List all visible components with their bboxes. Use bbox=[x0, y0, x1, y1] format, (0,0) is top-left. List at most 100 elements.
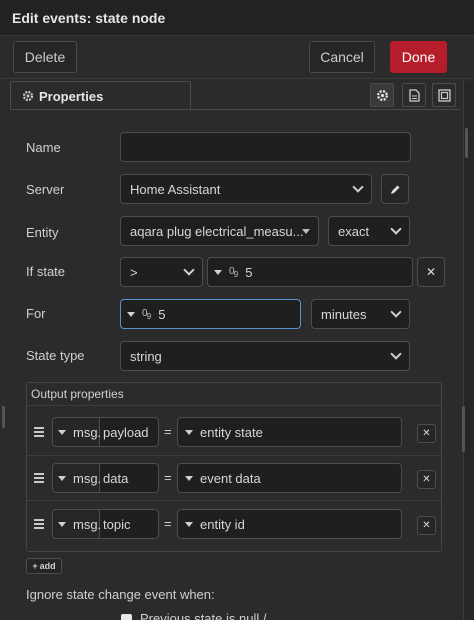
equals-sign: = bbox=[164, 516, 172, 531]
ifstate-label: If state bbox=[26, 264, 66, 279]
ifstate-value: 5 bbox=[245, 264, 253, 280]
tab-appearance[interactable] bbox=[432, 83, 456, 107]
ignore-option-label: Previous state is null / ... bbox=[140, 611, 281, 620]
divider bbox=[27, 455, 441, 456]
output-value: entity id bbox=[200, 516, 245, 532]
toolbar-divider bbox=[0, 78, 474, 79]
entity-value: aqara plug electrical_measu... bbox=[130, 223, 304, 239]
statetype-select[interactable]: string bbox=[120, 341, 410, 371]
statetype-value: string bbox=[130, 348, 162, 364]
scroll-indicator[interactable] bbox=[465, 128, 468, 158]
add-output-button[interactable]: + add bbox=[26, 558, 62, 574]
for-unit-select[interactable]: minutes bbox=[311, 299, 410, 329]
msg-type-select[interactable]: msg. bbox=[52, 509, 102, 539]
ifstate-operator-value: > bbox=[130, 264, 138, 280]
for-value-input[interactable]: 09 5 bbox=[120, 299, 301, 329]
msg-prefix: msg. bbox=[73, 424, 102, 440]
divider bbox=[27, 405, 441, 406]
divider bbox=[27, 500, 441, 501]
msg-property-input[interactable]: payload bbox=[100, 417, 159, 447]
output-properties-title: Output properties bbox=[31, 387, 124, 401]
chevron-down-icon bbox=[390, 223, 402, 235]
server-select[interactable]: Home Assistant bbox=[120, 174, 372, 204]
for-label: For bbox=[26, 306, 46, 321]
equals-sign: = bbox=[164, 470, 172, 485]
caret-down-icon bbox=[302, 229, 310, 234]
statetype-label: State type bbox=[26, 348, 85, 363]
add-label: add bbox=[39, 561, 56, 571]
delete-button[interactable]: Delete bbox=[13, 41, 77, 73]
remove-row-button[interactable]: ✕ bbox=[417, 516, 436, 535]
entity-match-value: exact bbox=[338, 223, 370, 239]
tab-description[interactable] bbox=[402, 83, 426, 107]
drag-handle-icon[interactable] bbox=[34, 473, 44, 485]
type-dropdown-icon bbox=[185, 429, 193, 435]
output-value-select[interactable]: entity state bbox=[177, 417, 402, 447]
layout-icon bbox=[437, 88, 451, 102]
tab-settings[interactable] bbox=[370, 83, 394, 107]
clear-ifstate-button[interactable]: ✕ bbox=[417, 257, 445, 287]
type-dropdown-icon bbox=[58, 521, 66, 527]
type-dropdown-icon bbox=[185, 475, 193, 481]
edit-server-button[interactable] bbox=[381, 174, 409, 204]
msg-type-select[interactable]: msg. bbox=[52, 417, 102, 447]
dialog-title: Edit events: state node bbox=[12, 10, 166, 26]
for-unit-value: minutes bbox=[321, 306, 367, 322]
output-value-select[interactable]: entity id bbox=[177, 509, 402, 539]
type-dropdown-icon bbox=[185, 521, 193, 527]
server-label: Server bbox=[26, 182, 65, 197]
name-label: Name bbox=[26, 140, 61, 155]
msg-property-input[interactable]: data bbox=[100, 463, 159, 493]
side-panel-edge bbox=[463, 81, 474, 620]
remove-row-button[interactable]: ✕ bbox=[417, 424, 436, 443]
document-icon bbox=[408, 88, 420, 102]
msg-prefix: msg. bbox=[73, 516, 102, 532]
for-value: 5 bbox=[158, 306, 166, 322]
remove-row-button[interactable]: ✕ bbox=[417, 470, 436, 489]
chevron-down-icon bbox=[183, 264, 195, 276]
pencil-icon bbox=[390, 185, 399, 194]
ifstate-value-input[interactable]: 09 5 bbox=[207, 257, 413, 287]
output-value: entity state bbox=[200, 424, 263, 440]
msg-prefix: msg. bbox=[73, 470, 102, 486]
entity-input[interactable]: aqara plug electrical_measu... bbox=[120, 216, 319, 246]
type-dropdown-icon[interactable] bbox=[127, 311, 135, 317]
drag-handle-icon[interactable] bbox=[34, 519, 44, 531]
close-icon: ✕ bbox=[422, 474, 431, 485]
ignore-checkbox[interactable] bbox=[121, 614, 132, 620]
number-type-icon: 09 bbox=[229, 265, 238, 279]
tab-properties[interactable]: Properties bbox=[10, 81, 191, 110]
number-type-icon: 09 bbox=[142, 307, 151, 321]
close-icon: ✕ bbox=[425, 265, 437, 279]
close-icon: ✕ bbox=[422, 520, 431, 531]
tab-divider bbox=[10, 109, 460, 110]
type-dropdown-icon bbox=[58, 475, 66, 481]
msg-type-select[interactable]: msg. bbox=[52, 463, 102, 493]
msg-property-input[interactable]: topic bbox=[100, 509, 159, 539]
output-value-select[interactable]: event data bbox=[177, 463, 402, 493]
drag-handle-icon[interactable] bbox=[34, 427, 44, 439]
ignore-label: Ignore state change event when: bbox=[26, 587, 215, 602]
tab-properties-label: Properties bbox=[39, 88, 104, 104]
resize-handle[interactable] bbox=[462, 406, 465, 452]
entity-match-select[interactable]: exact bbox=[328, 216, 410, 246]
equals-sign: = bbox=[164, 424, 172, 439]
plus-icon: + bbox=[32, 561, 38, 571]
cancel-button[interactable]: Cancel bbox=[309, 41, 375, 73]
close-icon: ✕ bbox=[422, 428, 431, 439]
title-bar: Edit events: state node bbox=[0, 0, 474, 36]
resize-handle-left[interactable] bbox=[2, 406, 5, 428]
gear-icon bbox=[22, 90, 34, 102]
server-value: Home Assistant bbox=[130, 181, 221, 197]
type-dropdown-icon[interactable] bbox=[214, 269, 222, 275]
chevron-down-icon bbox=[390, 348, 402, 360]
gear-icon bbox=[376, 89, 388, 101]
done-button[interactable]: Done bbox=[390, 41, 447, 73]
entity-label: Entity bbox=[26, 225, 59, 240]
name-input[interactable] bbox=[120, 132, 411, 162]
output-value: event data bbox=[200, 470, 261, 486]
chevron-down-icon bbox=[390, 306, 402, 318]
ifstate-operator-select[interactable]: > bbox=[120, 257, 203, 287]
chevron-down-icon bbox=[352, 181, 364, 193]
type-dropdown-icon bbox=[58, 429, 66, 435]
